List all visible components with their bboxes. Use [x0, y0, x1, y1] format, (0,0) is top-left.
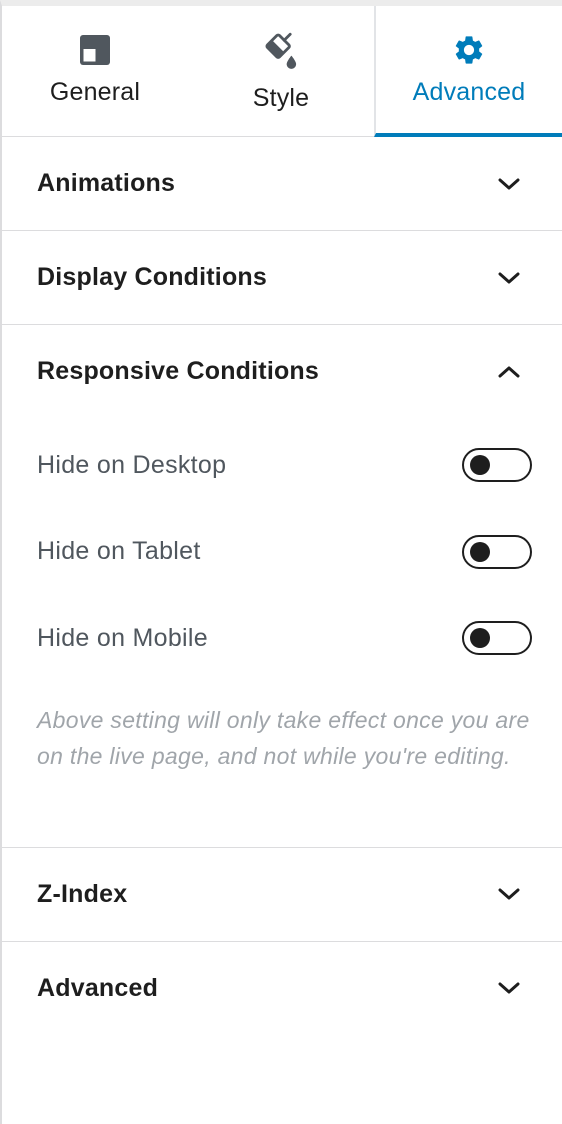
section-advanced-header[interactable]: Advanced	[2, 942, 562, 1035]
toggle-row-hide-mobile: Hide on Mobile	[37, 595, 532, 682]
chevron-down-icon	[496, 171, 522, 197]
settings-tabs: General Style Advanced	[2, 6, 562, 137]
chevron-down-icon	[496, 265, 522, 291]
tab-style[interactable]: Style	[188, 6, 374, 136]
section-title: Display Conditions	[37, 263, 268, 291]
tab-style-label: Style	[252, 84, 310, 112]
toggle-row-hide-desktop: Hide on Desktop	[37, 422, 532, 509]
block-settings-panel: General Style Advanced Animations Displa…	[0, 0, 562, 1124]
tab-advanced[interactable]: Advanced	[374, 6, 562, 137]
tab-general[interactable]: General	[2, 6, 188, 136]
section-title: Animations	[37, 169, 176, 197]
section-z-index-header[interactable]: Z-Index	[2, 848, 562, 941]
hide-on-mobile-toggle[interactable]	[462, 621, 532, 656]
toggle-knob	[470, 541, 490, 562]
section-display-conditions-header[interactable]: Display Conditions	[2, 231, 562, 324]
section-responsive-conditions-header[interactable]: Responsive Conditions	[2, 325, 562, 418]
tab-general-label: General	[49, 78, 141, 106]
gear-icon	[452, 32, 486, 68]
chevron-up-icon	[496, 359, 522, 385]
section-display-conditions: Display Conditions	[2, 231, 562, 325]
toggle-knob	[470, 628, 490, 649]
section-advanced: Advanced	[2, 942, 562, 1035]
section-title: Z-Index	[37, 879, 128, 908]
toggle-label: Hide on Mobile	[37, 623, 208, 652]
hide-on-desktop-toggle[interactable]	[462, 448, 532, 483]
section-title: Responsive Conditions	[37, 357, 320, 385]
help-text: Above setting will only take effect once…	[37, 706, 530, 769]
paint-bucket-icon	[264, 32, 298, 69]
toggle-label: Hide on Desktop	[37, 450, 227, 479]
chevron-down-icon	[496, 881, 522, 907]
section-title: Advanced	[37, 973, 159, 1002]
chevron-down-icon	[496, 975, 522, 1001]
toggle-knob	[470, 455, 490, 476]
responsive-conditions-body: Hide on Desktop Hide on Tablet Hide on M…	[2, 422, 562, 847]
toggle-row-hide-tablet: Hide on Tablet	[37, 509, 532, 596]
layout-icon	[78, 32, 112, 68]
section-animations: Animations	[2, 137, 562, 231]
toggle-label: Hide on Tablet	[37, 537, 201, 566]
hide-on-tablet-toggle[interactable]	[462, 534, 532, 569]
section-responsive-conditions: Responsive Conditions Hide on Desktop Hi…	[2, 325, 562, 848]
tab-advanced-label: Advanced	[412, 78, 526, 106]
section-animations-header[interactable]: Animations	[2, 137, 562, 230]
section-z-index: Z-Index	[2, 848, 562, 942]
